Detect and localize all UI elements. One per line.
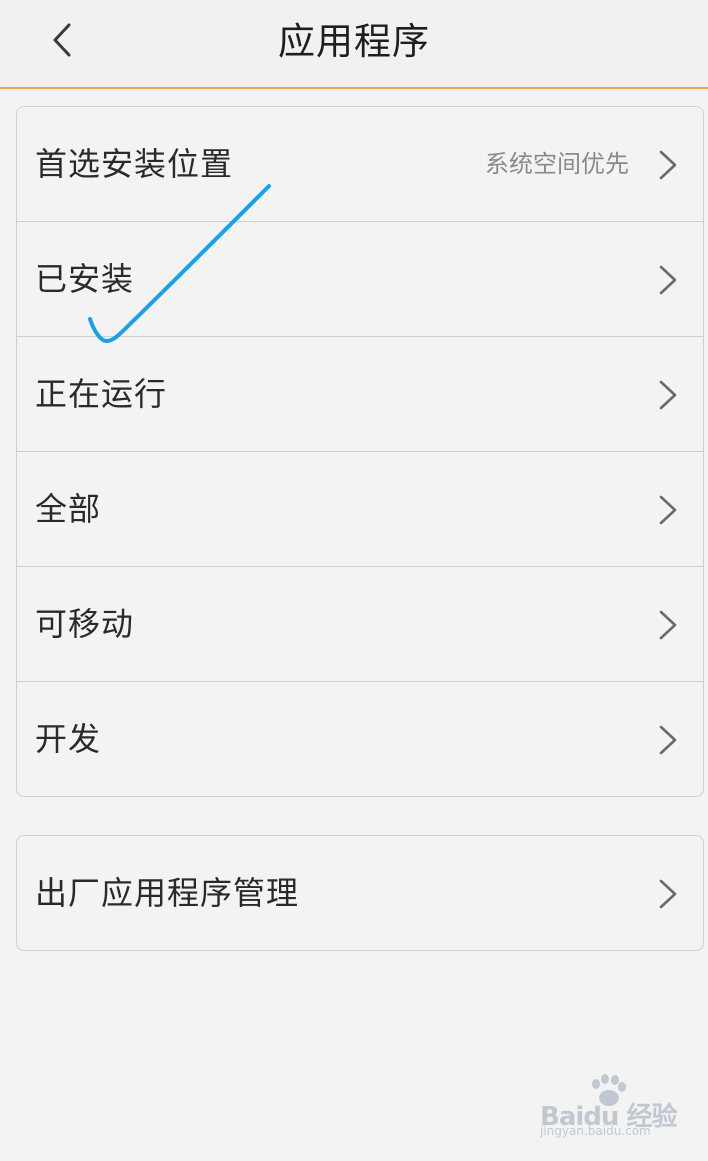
install-location-value: 系统空间优先	[485, 150, 629, 178]
chevron-right-icon	[659, 495, 677, 525]
chevron-right-icon	[659, 610, 677, 640]
list-item-factory-app-management[interactable]: 出厂应用程序管理	[17, 836, 703, 950]
chevron-right-icon	[659, 380, 677, 410]
list-item-movable[interactable]: 可移动	[17, 567, 703, 682]
app-settings-list: 首选安装位置 系统空间优先 已安装 正在运行 全部 可移动 开发	[16, 106, 704, 797]
list-item-all[interactable]: 全部	[17, 452, 703, 567]
list-item-label: 全部	[35, 490, 102, 528]
chevron-right-icon	[659, 265, 677, 295]
watermark-url: jingyan.baidu.com	[540, 1124, 651, 1138]
factory-apps-list: 出厂应用程序管理	[16, 835, 704, 951]
list-item-development[interactable]: 开发	[17, 682, 703, 796]
list-item-label: 开发	[35, 720, 102, 758]
list-item-label: 可移动	[35, 605, 135, 643]
top-bar: 应用程序	[0, 0, 708, 89]
page-title: 应用程序	[278, 20, 430, 63]
chevron-right-icon	[659, 879, 677, 909]
list-item-label: 正在运行	[35, 375, 168, 413]
chevron-right-icon	[659, 150, 677, 180]
list-item-install-location[interactable]: 首选安装位置 系统空间优先	[17, 107, 703, 222]
baidu-jingyan-watermark: Baidu 经验 jingyan.baidu.com	[540, 1074, 690, 1150]
list-item-installed[interactable]: 已安装	[17, 222, 703, 337]
list-item-running[interactable]: 正在运行	[17, 337, 703, 452]
chevron-right-icon	[659, 725, 677, 755]
list-item-label: 已安装	[35, 260, 135, 298]
list-item-label: 首选安装位置	[35, 145, 234, 183]
list-item-label: 出厂应用程序管理	[35, 874, 300, 912]
